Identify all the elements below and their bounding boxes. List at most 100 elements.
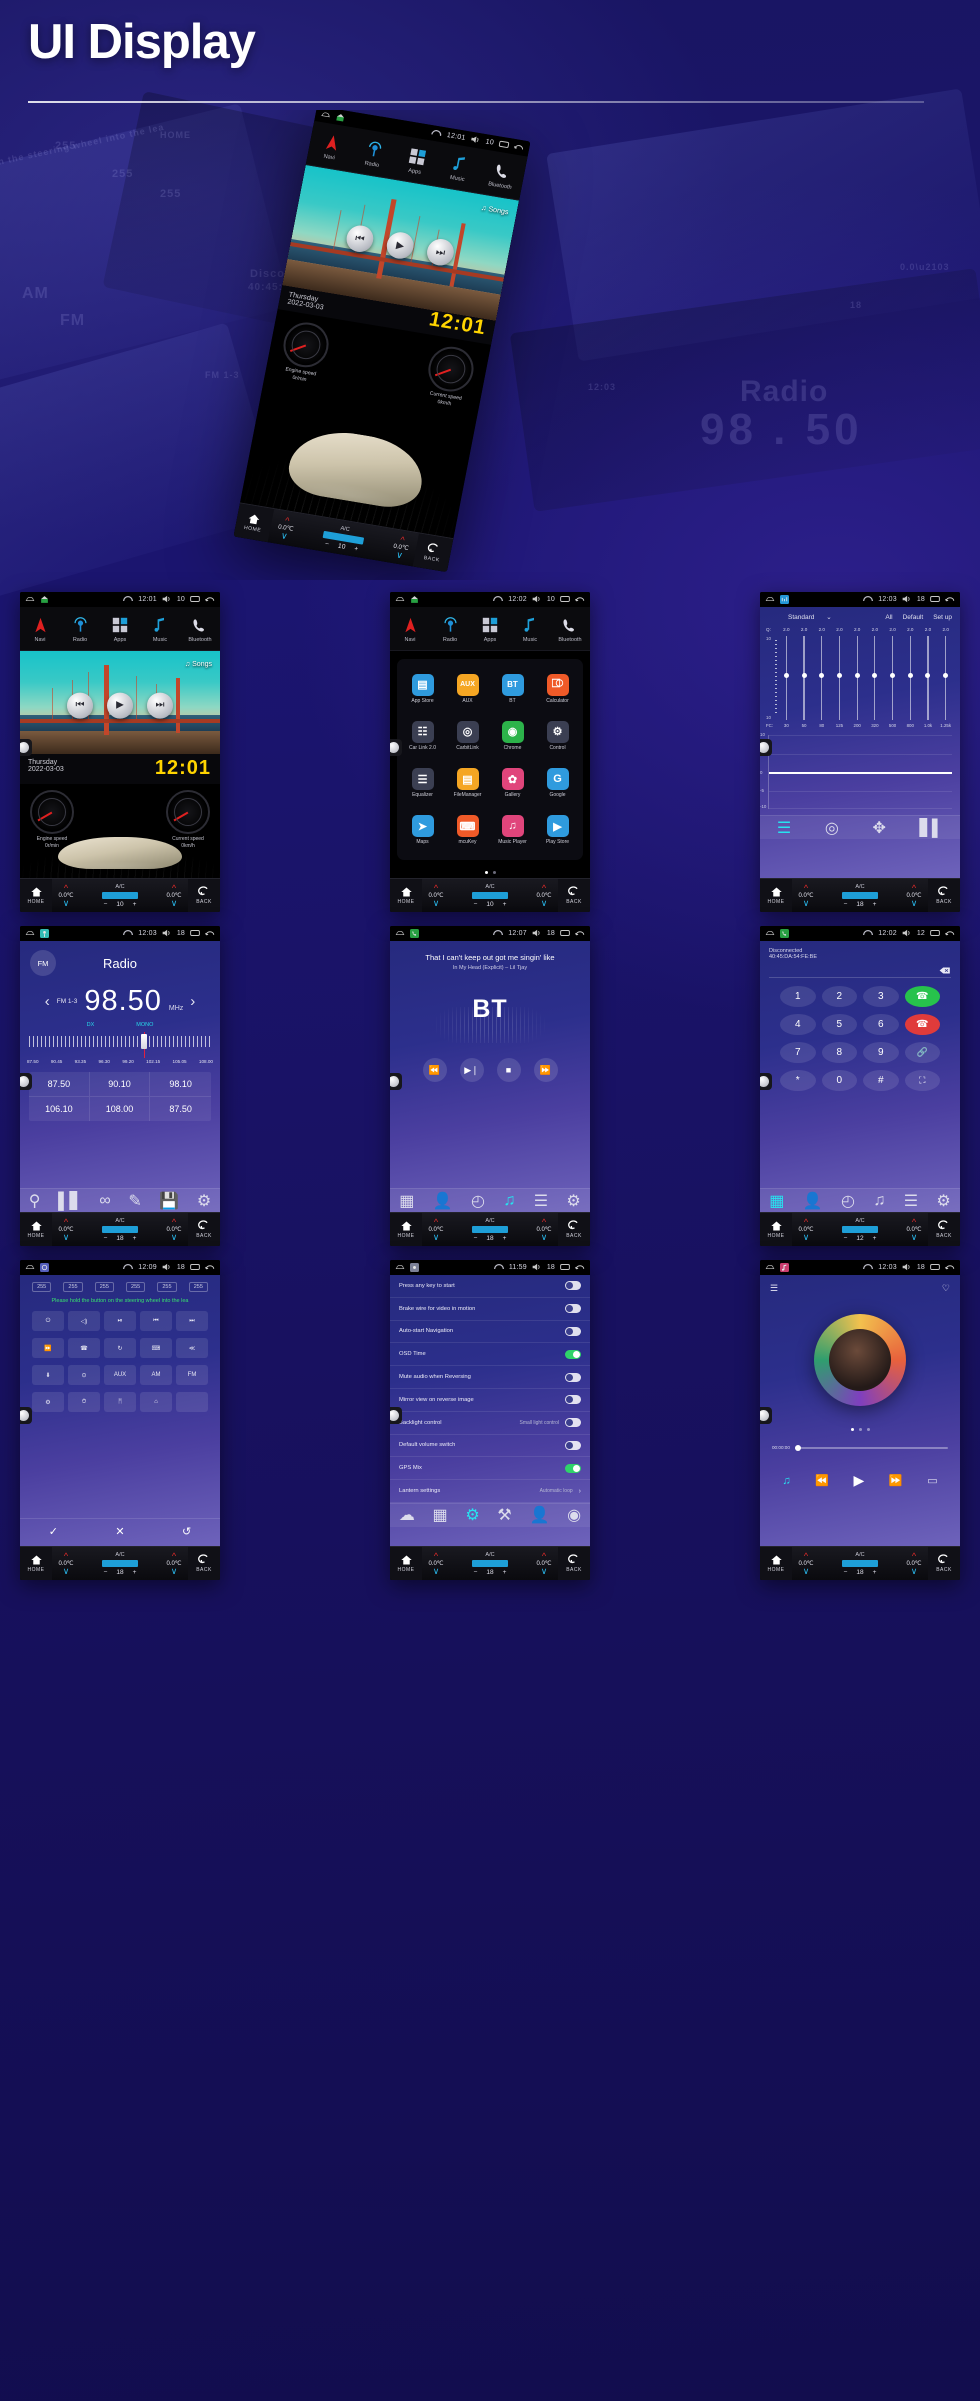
- right-temp-control[interactable]: ^ 0.0℃ ∨: [900, 1547, 928, 1580]
- back-icon[interactable]: [945, 929, 955, 938]
- temp-up-icon[interactable]: ^: [804, 1552, 808, 1561]
- key-star[interactable]: *: [780, 1070, 816, 1091]
- fan-level-bar[interactable]: [471, 1225, 509, 1233]
- fan-level-bar[interactable]: [471, 1559, 509, 1567]
- app-tile[interactable]: ⚙ Control: [536, 713, 579, 758]
- preset-button[interactable]: 90.10: [89, 1072, 151, 1097]
- temp-down-icon[interactable]: ∨: [433, 899, 440, 908]
- plus-button[interactable]: +: [503, 1235, 507, 1242]
- user-icon[interactable]: 👤: [529, 1505, 549, 1525]
- setting-row[interactable]: Default volume switch: [390, 1435, 590, 1458]
- swc-mute-button[interactable]: ◁): [68, 1311, 100, 1331]
- prev-station-button[interactable]: ‹: [45, 993, 50, 1010]
- temp-down-icon[interactable]: ∨: [433, 1233, 440, 1242]
- swc-call-button[interactable]: ☎: [68, 1338, 100, 1358]
- fan-control[interactable]: A/C − 18 +: [820, 1547, 900, 1580]
- temp-up-icon[interactable]: ^: [64, 1218, 68, 1227]
- app-tile[interactable]: ☰ Equalizer: [401, 761, 444, 806]
- swc-ff-button[interactable]: ⏩: [32, 1338, 64, 1358]
- right-temp-control[interactable]: ^ 0.0℃ ∨: [160, 1547, 188, 1580]
- playlist-icon[interactable]: ☰: [770, 1283, 778, 1294]
- minus-button[interactable]: −: [474, 1235, 478, 1242]
- setting-row[interactable]: Mirror view on reverse image: [390, 1389, 590, 1412]
- swc-keypad-button[interactable]: ⌨: [140, 1338, 172, 1358]
- app-tile[interactable]: ♫ Music Player: [491, 808, 534, 853]
- list-icon[interactable]: ☰: [534, 1191, 548, 1211]
- preset-button[interactable]: 108.00: [90, 1097, 151, 1121]
- app-tile[interactable]: ⎄ Calculator: [536, 666, 579, 711]
- rotary-knob[interactable]: [390, 739, 402, 757]
- recents-icon[interactable]: [190, 929, 200, 938]
- right-temp-control[interactable]: ^ 0.0℃ ∨: [160, 1213, 188, 1246]
- clock-icon[interactable]: ◴: [841, 1191, 855, 1211]
- back-button[interactable]: BACK: [928, 1213, 960, 1246]
- stop-button[interactable]: ■: [496, 1058, 521, 1082]
- back-icon[interactable]: [575, 929, 585, 938]
- next-button[interactable]: ⏩: [889, 1474, 903, 1487]
- link-button[interactable]: 🔗: [904, 1042, 940, 1063]
- temp-down-icon[interactable]: ∨: [280, 530, 289, 541]
- shortcut-music[interactable]: Music: [435, 149, 483, 185]
- temp-down-icon[interactable]: ∨: [171, 1567, 178, 1576]
- back-button[interactable]: BACK: [558, 1213, 590, 1246]
- temp-up-icon[interactable]: ^: [434, 1218, 438, 1227]
- edit-icon[interactable]: ✎: [128, 1191, 141, 1211]
- music-icon[interactable]: ♫: [503, 1192, 515, 1210]
- swc-prev-button[interactable]: ⏮: [140, 1311, 172, 1331]
- setting-row[interactable]: GPS Mix: [390, 1457, 590, 1481]
- temp-up-icon[interactable]: ^: [804, 1218, 808, 1227]
- tools-icon[interactable]: ⚒: [497, 1505, 511, 1525]
- temp-up-icon[interactable]: ^: [434, 884, 438, 893]
- home-button[interactable]: HOME: [20, 1547, 52, 1580]
- preset-button[interactable]: 87.50: [29, 1072, 90, 1097]
- plus-button[interactable]: +: [133, 901, 137, 908]
- temp-up-icon[interactable]: ^: [64, 884, 68, 893]
- swc-mic-button[interactable]: ⬇: [32, 1365, 64, 1385]
- equalizer-icon[interactable]: ♫: [782, 1475, 790, 1487]
- prev-button[interactable]: ⏪: [422, 1058, 447, 1082]
- swc-empty-button[interactable]: [176, 1392, 208, 1412]
- toggle-switch[interactable]: [565, 1372, 581, 1382]
- eq-slider[interactable]: [813, 636, 830, 720]
- tab-default[interactable]: Default: [903, 614, 924, 621]
- app-tile[interactable]: ◉ Chrome: [491, 713, 534, 758]
- home-button[interactable]: HOME: [20, 879, 52, 912]
- rotary-knob[interactable]: [760, 1073, 772, 1091]
- app-tile[interactable]: ➤ Maps: [401, 808, 444, 853]
- fan-control[interactable]: A/C − 18 +: [450, 1213, 530, 1246]
- fan-control[interactable]: A/C − 18 +: [450, 1547, 530, 1580]
- key-2[interactable]: 2: [821, 986, 857, 1007]
- recents-icon[interactable]: [560, 929, 570, 938]
- key-0[interactable]: 0: [821, 1070, 857, 1091]
- contacts-icon[interactable]: 👤: [433, 1191, 453, 1211]
- contacts-icon[interactable]: 👤: [803, 1191, 823, 1211]
- tuning-dial[interactable]: [29, 1032, 211, 1058]
- swc-timer-button[interactable]: ⏱: [68, 1392, 100, 1412]
- music-app-icon[interactable]: [780, 1263, 790, 1272]
- shortcut-radio[interactable]: Radio: [350, 135, 398, 171]
- swc-power-button[interactable]: ⏻: [32, 1311, 64, 1331]
- left-temp-control[interactable]: ^ 0.0℃ ∨: [792, 1547, 820, 1580]
- fan-control[interactable]: A/C − 18 +: [80, 1213, 160, 1246]
- swc-voice-button[interactable]: ⊙: [68, 1365, 100, 1385]
- key-4[interactable]: 4: [780, 1014, 816, 1035]
- temp-up-icon[interactable]: ^: [542, 884, 546, 893]
- rotary-knob[interactable]: [20, 739, 32, 757]
- minus-button[interactable]: −: [474, 901, 478, 908]
- car-icon[interactable]: ◎: [825, 818, 839, 838]
- eq-icon[interactable]: ☰: [777, 818, 791, 838]
- eq-slider[interactable]: [831, 636, 848, 720]
- app-tile[interactable]: ◎ CarbitLink: [446, 713, 489, 758]
- shortcut-apps[interactable]: Apps: [470, 614, 510, 643]
- swc-playpause-button[interactable]: ⏯: [104, 1311, 136, 1331]
- page-dot[interactable]: [484, 871, 488, 874]
- toggle-switch[interactable]: [565, 1304, 581, 1314]
- temp-down-icon[interactable]: ∨: [803, 899, 810, 908]
- home-button[interactable]: HOME: [390, 879, 422, 912]
- toggle-switch[interactable]: [565, 1281, 581, 1291]
- home-launcher-icon[interactable]: [40, 595, 50, 604]
- back-button[interactable]: BACK: [558, 879, 590, 912]
- eq-slider[interactable]: [796, 636, 813, 720]
- plus-button[interactable]: +: [503, 901, 507, 908]
- levels-icon[interactable]: ▋▌: [920, 818, 944, 838]
